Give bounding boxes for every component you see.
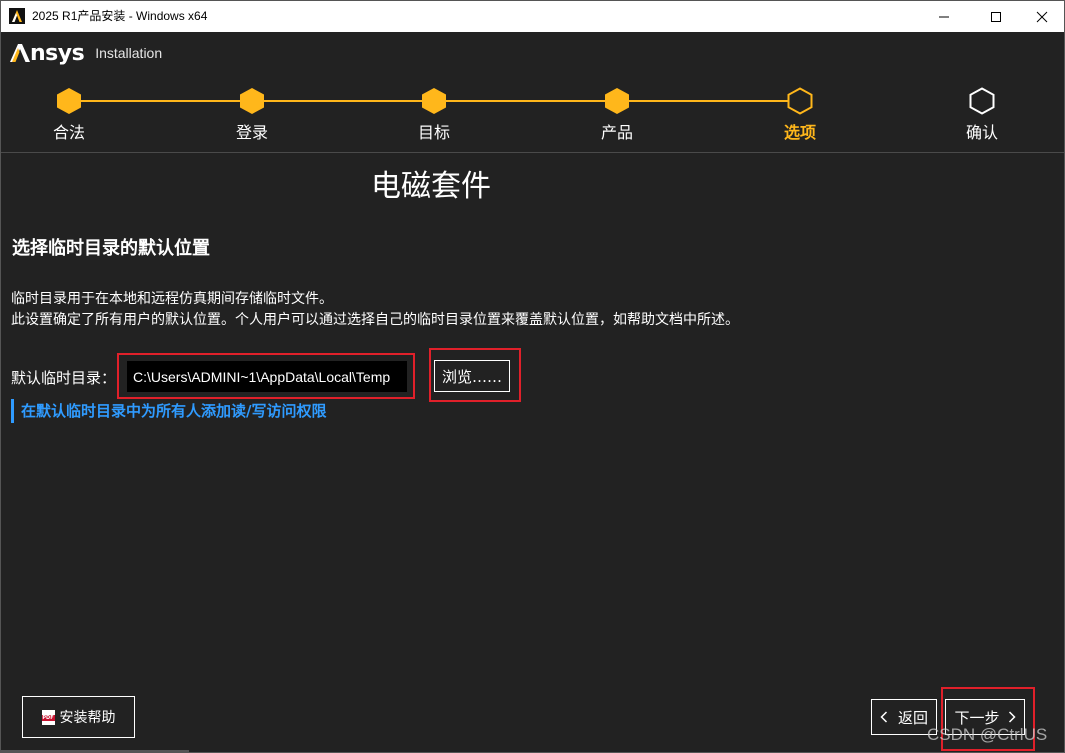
maximize-button[interactable]: [973, 1, 1019, 32]
minimize-button[interactable]: [921, 1, 967, 32]
pdf-icon-text: PDF: [41, 714, 55, 721]
installer-window: 2025 R1产品安装 - Windows x64 nsys Installat…: [0, 0, 1065, 753]
step-login: 登录: [207, 87, 297, 143]
title-bar: 2025 R1产品安装 - Windows x64: [1, 1, 1064, 32]
brand-header: nsys Installation: [10, 39, 162, 67]
pdf-icon: PDF: [41, 709, 55, 725]
help-label: 安装帮助: [59, 710, 116, 726]
step-active-icon: [787, 87, 813, 115]
step-confirm: 确认: [937, 87, 1027, 143]
step-complete-icon: [422, 88, 446, 114]
watermark: CSDN @CtrlUS: [927, 725, 1048, 744]
browse-button[interactable]: 浏览……: [434, 360, 510, 392]
header-divider: [1, 152, 1064, 153]
chevron-right-icon: [1008, 711, 1016, 723]
step-complete-icon: [605, 88, 629, 114]
step-options: 选项: [755, 87, 845, 143]
step-complete-icon: [57, 88, 81, 114]
step-label: 产品: [600, 123, 633, 142]
logo-text: nsys: [30, 40, 85, 66]
install-help-button[interactable]: PDF 安装帮助: [22, 696, 135, 738]
ansys-logo-mark-icon: [10, 44, 30, 62]
step-product: 产品: [572, 87, 662, 143]
step-complete-icon: [240, 88, 264, 114]
temp-dir-input[interactable]: [127, 361, 407, 392]
step-label: 选项: [783, 123, 816, 142]
window-title: 2025 R1产品安装 - Windows x64: [32, 9, 208, 23]
temp-dir-label: 默认临时目录：: [11, 369, 117, 387]
ansys-logo: nsys: [10, 40, 85, 66]
step-label: 合法: [52, 123, 85, 142]
description-line: 此设置确定了所有用户的默认位置。个人用户可以通过选择自己的临时目录位置来覆盖默认…: [11, 312, 739, 328]
step-label: 登录: [235, 123, 268, 142]
progress-stepper: 合法 登录 目标 产品 选项 确认: [1, 81, 1064, 151]
step-target: 目标: [389, 87, 479, 143]
product-title: 电磁套件: [371, 169, 491, 204]
step-label: 确认: [965, 123, 998, 142]
description-line: 临时目录用于在本地和远程仿真期间存储临时文件。: [11, 291, 333, 307]
chevron-left-icon: [880, 711, 888, 723]
brand-subtitle: Installation: [95, 45, 163, 61]
step-legal: 合法: [24, 87, 114, 143]
section-heading: 选择临时目录的默认位置: [12, 238, 210, 259]
close-button[interactable]: [1019, 1, 1065, 32]
description: 临时目录用于在本地和远程仿真期间存储临时文件。 此设置确定了所有用户的默认位置。…: [11, 289, 739, 331]
step-label: 目标: [417, 123, 450, 142]
step-pending-icon: [969, 87, 995, 115]
ansys-app-icon: [9, 8, 25, 24]
add-permission-link[interactable]: 在默认临时目录中为所有人添加读/写访问权限: [11, 399, 326, 423]
back-label: 返回: [897, 708, 928, 727]
